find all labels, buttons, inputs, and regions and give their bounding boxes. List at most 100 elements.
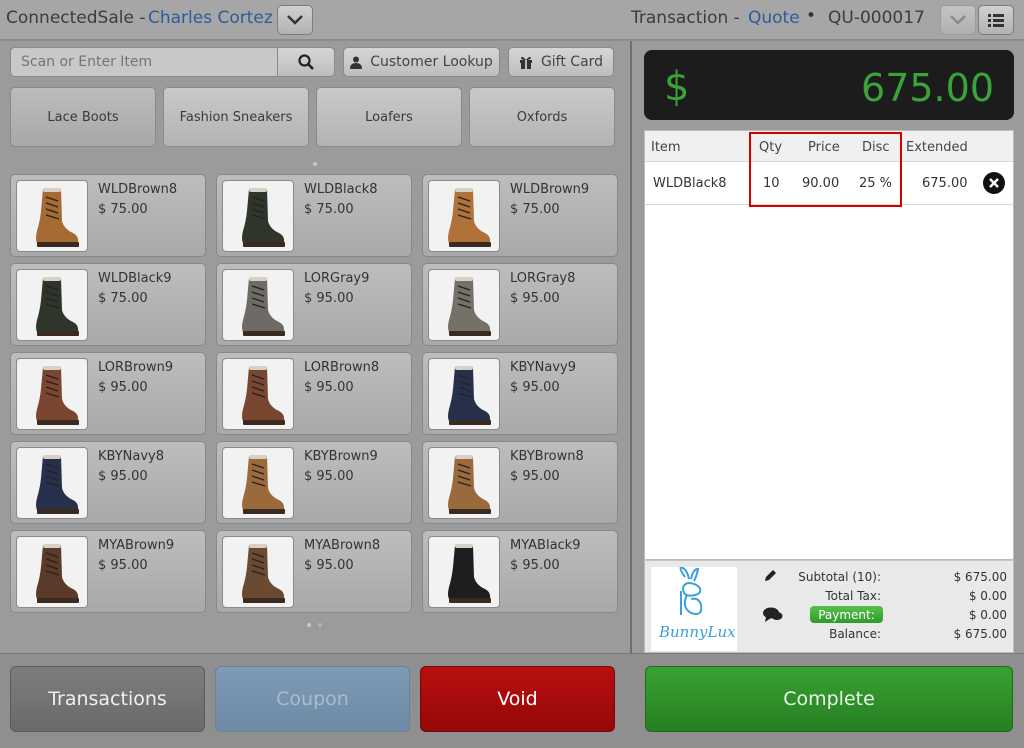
user-menu-button[interactable] xyxy=(277,5,313,35)
payment-button[interactable]: Payment: xyxy=(810,606,883,623)
product-name: WLDBrown8 xyxy=(98,182,178,197)
category-pager-dot xyxy=(313,162,317,166)
transactions-label: Transactions xyxy=(48,688,167,710)
product-tile[interactable]: WLDBrown8 $ 75.00 xyxy=(10,174,206,257)
boot-icon xyxy=(36,188,79,247)
void-button[interactable]: Void xyxy=(420,666,615,732)
tax-label: Total Tax: xyxy=(825,589,881,603)
product-image xyxy=(428,536,500,608)
total-display: $ 675.00 xyxy=(644,50,1014,120)
product-name: MYABlack9 xyxy=(510,538,581,553)
payment-label: Payment: xyxy=(818,607,875,622)
row-disc[interactable]: 25 % xyxy=(859,176,892,191)
transaction-dropdown-button[interactable] xyxy=(940,5,976,35)
remove-item-button[interactable] xyxy=(983,172,1005,194)
product-tile[interactable]: LORBrown8 $ 95.00 xyxy=(216,352,412,435)
transaction-panel: $ 675.00 Item Qty Price Disc Extended WL… xyxy=(632,41,1024,653)
user-name-link[interactable]: Charles Cortez xyxy=(148,8,273,28)
category-label: Lace Boots xyxy=(47,109,119,125)
product-name: KBYBrown8 xyxy=(510,449,584,464)
product-image xyxy=(16,269,88,341)
boot-icon xyxy=(36,544,79,603)
product-tile[interactable]: MYABrown9 $ 95.00 xyxy=(10,530,206,613)
pencil-icon[interactable] xyxy=(763,569,777,583)
product-name: WLDBlack9 xyxy=(98,271,172,286)
search-button[interactable] xyxy=(277,47,335,77)
product-image xyxy=(222,447,294,519)
product-name: LORGray9 xyxy=(304,271,370,286)
product-tile[interactable]: KBYBrown9 $ 95.00 xyxy=(216,441,412,524)
subtotal-value: $ 675.00 xyxy=(953,570,1007,584)
product-price: $ 95.00 xyxy=(510,380,560,395)
customer-lookup-label: Customer Lookup xyxy=(370,54,493,70)
boot-icon xyxy=(242,455,285,514)
product-price: $ 95.00 xyxy=(98,469,148,484)
row-extended: 675.00 xyxy=(922,176,968,191)
customer-lookup-button[interactable]: Customer Lookup xyxy=(343,47,500,77)
product-name: MYABrown9 xyxy=(98,538,175,553)
product-image xyxy=(222,358,294,430)
category-button[interactable]: Lace Boots xyxy=(10,87,156,147)
transaction-type-link[interactable]: Quote xyxy=(748,8,800,28)
product-tile[interactable]: LORBrown9 $ 95.00 xyxy=(10,352,206,435)
product-tile[interactable]: LORGray9 $ 95.00 xyxy=(216,263,412,346)
col-header-price: Price xyxy=(808,140,840,155)
search-input[interactable] xyxy=(10,47,278,77)
product-image xyxy=(16,447,88,519)
category-label: Loafers xyxy=(365,109,413,125)
table-row[interactable]: WLDBlack8 10 90.00 25 % 675.00 xyxy=(645,162,1013,205)
product-image xyxy=(428,269,500,341)
product-tile[interactable]: WLDBlack8 $ 75.00 xyxy=(216,174,412,257)
product-tile[interactable]: MYABrown8 $ 95.00 xyxy=(216,530,412,613)
row-price[interactable]: 90.00 xyxy=(802,176,839,191)
currency-symbol: $ xyxy=(664,64,690,110)
boot-icon xyxy=(36,277,79,336)
tax-value: $ 0.00 xyxy=(968,589,1007,603)
transaction-label: Transaction - xyxy=(631,8,740,28)
row-qty[interactable]: 10 xyxy=(763,176,780,191)
product-tile[interactable]: MYABlack9 $ 95.00 xyxy=(422,530,618,613)
comments-icon[interactable] xyxy=(763,607,783,623)
product-price: $ 95.00 xyxy=(304,291,354,306)
col-header-disc: Disc xyxy=(862,140,890,155)
close-icon xyxy=(989,178,999,188)
transactions-button[interactable]: Transactions xyxy=(10,666,205,732)
product-tile[interactable]: KBYNavy9 $ 95.00 xyxy=(422,352,618,435)
complete-button[interactable]: Complete xyxy=(645,666,1013,732)
product-image xyxy=(16,536,88,608)
action-bar: Transactions Coupon Void Complete xyxy=(0,653,1024,748)
coupon-button[interactable]: Coupon xyxy=(215,666,410,732)
category-button[interactable]: Loafers xyxy=(316,87,462,147)
product-price: $ 95.00 xyxy=(510,558,560,573)
product-tile[interactable]: KBYNavy8 $ 95.00 xyxy=(10,441,206,524)
category-button[interactable]: Fashion Sneakers xyxy=(163,87,309,147)
boot-icon xyxy=(448,188,491,247)
gift-card-button[interactable]: Gift Card xyxy=(508,47,614,77)
line-items-table: Item Qty Price Disc Extended WLDBlack8 1… xyxy=(644,130,1014,560)
payment-value: $ 0.00 xyxy=(968,608,1007,622)
product-price: $ 95.00 xyxy=(510,291,560,306)
product-name: KBYNavy8 xyxy=(98,449,165,464)
product-name: MYABrown8 xyxy=(304,538,381,553)
product-price: $ 95.00 xyxy=(304,380,354,395)
boot-icon xyxy=(242,544,285,603)
main-menu-button[interactable] xyxy=(978,5,1014,35)
product-price: $ 75.00 xyxy=(304,202,354,217)
product-name: WLDBrown9 xyxy=(510,182,590,197)
menu-list-icon xyxy=(988,13,1004,27)
table-header: Item Qty Price Disc Extended xyxy=(645,131,1013,162)
product-price: $ 75.00 xyxy=(98,202,148,217)
product-price: $ 95.00 xyxy=(304,558,354,573)
category-button[interactable]: Oxfords xyxy=(469,87,615,147)
product-tile[interactable]: LORGray8 $ 95.00 xyxy=(422,263,618,346)
header-separator: • xyxy=(806,6,817,26)
product-price: $ 95.00 xyxy=(98,558,148,573)
search-icon xyxy=(298,54,314,70)
product-tile[interactable]: WLDBlack9 $ 75.00 xyxy=(10,263,206,346)
product-tile[interactable]: KBYBrown8 $ 95.00 xyxy=(422,441,618,524)
product-pager-dot xyxy=(318,623,322,627)
product-image xyxy=(222,180,294,252)
product-name: KBYBrown9 xyxy=(304,449,378,464)
product-tile[interactable]: WLDBrown9 $ 75.00 xyxy=(422,174,618,257)
void-label: Void xyxy=(497,688,538,710)
